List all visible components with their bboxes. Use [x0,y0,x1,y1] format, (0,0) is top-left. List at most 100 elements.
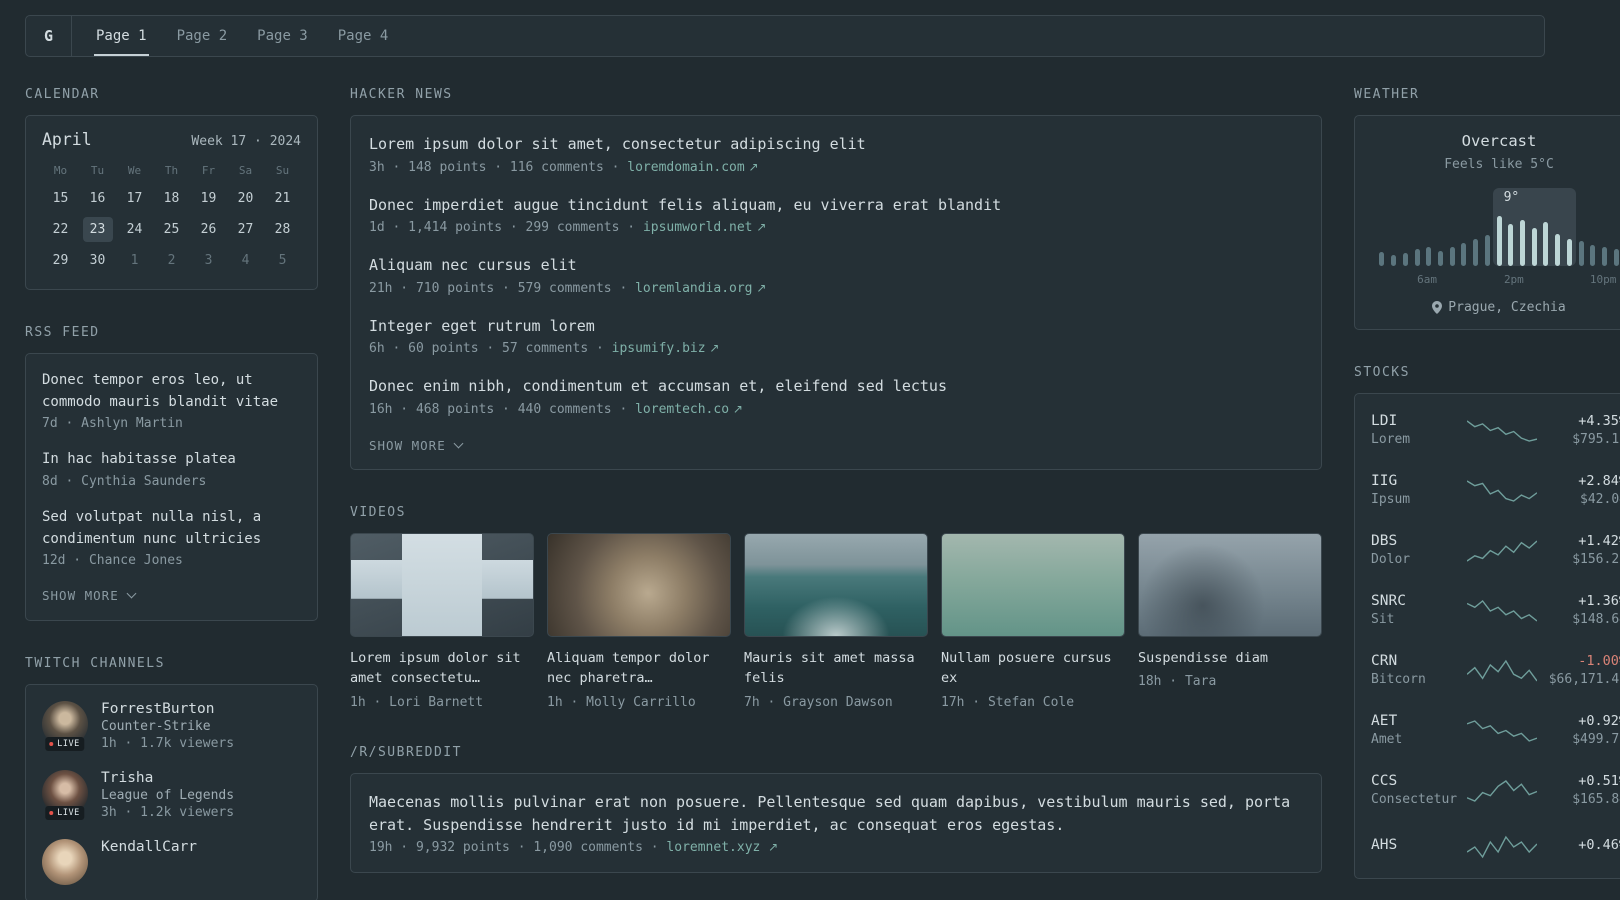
video-card[interactable]: Mauris sit amet massa felis 7h · Grayson … [744,532,928,710]
video-thumbnail[interactable] [547,532,731,637]
rss-show-more-button[interactable]: SHOW MORE [42,588,137,603]
tab-page-2[interactable]: Page 2 [175,16,230,56]
calendar-day[interactable]: 22 [46,217,76,242]
hackernews-show-more-button[interactable]: SHOW MORE [369,438,464,453]
video-thumbnail[interactable] [744,532,928,637]
stock-identity: LDI Lorem [1371,413,1465,447]
calendar-day[interactable]: 25 [157,217,187,242]
video-title[interactable]: Aliquam tempor dolor nec pharetra… [547,648,731,690]
stock-sparkline [1465,717,1539,743]
stock-change: -1.00% [1578,653,1620,669]
news-meta-text: 3h · 148 points · 116 comments · [369,159,628,175]
stock-row[interactable]: SNRC Sit +1.36% $148.64 [1371,580,1620,640]
stock-row[interactable]: AHS +0.46% [1371,820,1620,872]
video-title[interactable]: Suspendisse diam [1138,648,1322,669]
external-link-icon: ↗ [752,220,767,234]
calendar-day[interactable]: 30 [83,248,113,273]
news-title[interactable]: Donec imperdiet augue tincidunt felis al… [369,194,1303,217]
video-title[interactable]: Mauris sit amet massa felis [744,648,928,690]
calendar-day[interactable]: 19 [194,186,224,211]
calendar-day[interactable]: 5 [268,248,298,273]
stock-symbol: DBS [1371,533,1398,549]
video-card[interactable]: Nullam posuere cursus ex 17h · Stefan Col… [941,532,1125,711]
post-title[interactable]: Maecenas mollis pulvinar erat non posuer… [369,791,1303,836]
news-source-link[interactable]: loremlandia.org [635,281,752,296]
calendar-day[interactable]: 20 [231,186,261,211]
stock-values: +0.46% [1539,837,1620,856]
stock-row[interactable]: LDI Lorem +4.35% $795.18 [1371,400,1620,460]
channel-name[interactable]: ForrestBurton [101,701,234,717]
video-thumbnail[interactable] [1138,532,1322,637]
stock-name: Bitcorn [1371,672,1426,687]
rss-item-title[interactable]: Donec tempor eros leo, ut commodo mauris… [42,370,301,413]
post-meta-text: 19h · 9,932 points · 1,090 comments · [369,840,667,856]
stock-values: +1.36% $148.64 [1539,593,1620,627]
stock-row[interactable]: CCS Consectetur +0.51% $165.84 [1371,760,1620,820]
calendar-day[interactable]: 4 [231,248,261,273]
twitch-channel[interactable]: KendallCarr [42,839,301,886]
video-card[interactable]: Suspendisse diam 18h · Tara [1138,532,1322,711]
video-title[interactable]: Lorem ipsum dolor sit amet consectetu… [350,648,534,690]
news-title[interactable]: Aliquam nec cursus elit [369,254,1303,277]
twitch-channel[interactable]: LIVE ForrestBurton Counter-Strike 1h · 1.7k… [42,701,301,752]
stock-sparkline [1465,833,1539,859]
video-thumbnail[interactable] [941,532,1125,637]
calendar-day[interactable]: 26 [194,217,224,242]
post-source-link[interactable]: loremnet.xyz [666,840,760,855]
live-badge: LIVE [45,737,85,752]
weather-bar-column [1610,249,1620,266]
app-logo[interactable]: G [26,16,72,56]
stock-row[interactable]: CRN Bitcorn -1.00% $66,171.48 [1371,640,1620,700]
news-title[interactable]: Lorem ipsum dolor sit amet, consectetur … [369,133,1303,156]
news-source-link[interactable]: loremdomain.com [627,160,744,175]
channel-name[interactable]: KendallCarr [101,839,197,855]
calendar-day[interactable]: 28 [268,217,298,242]
video-meta: 17h · Stefan Cole [941,695,1075,711]
stock-name: Amet [1371,732,1403,747]
calendar-day[interactable]: 1 [120,248,150,273]
news-title[interactable]: Integer eget rutrum lorem [369,315,1303,338]
calendar-day[interactable]: 17 [120,186,150,211]
news-source-link[interactable]: ipsumworld.net [643,220,753,235]
video-card[interactable]: Lorem ipsum dolor sit amet consectetu… 1h… [350,532,534,710]
tab-page-4[interactable]: Page 4 [336,16,391,56]
rss-list: Donec tempor eros leo, ut commodo mauris… [42,370,301,568]
calendar-day-selected[interactable]: 23 [82,217,113,242]
news-item: Donec imperdiet augue tincidunt felis al… [369,194,1303,236]
news-meta: 1d · 1,414 points · 299 comments · ipsum… [369,220,1303,235]
channel-game: Counter-Strike [101,719,211,735]
weather-bar-column [1587,245,1599,266]
calendar-day[interactable]: 16 [83,186,113,211]
news-source-link[interactable]: ipsumify.biz [612,341,706,356]
news-meta-text: 1d · 1,414 points · 299 comments · [369,220,643,235]
calendar-day[interactable]: 2 [157,248,187,273]
video-title[interactable]: Nullam posuere cursus ex [941,648,1125,690]
channel-name[interactable]: Trisha [101,770,234,786]
external-link-icon: ↗ [768,840,779,855]
rss-item-title[interactable]: Sed volutpat nulla nisl, a condimentum n… [42,507,301,550]
videos-section-title: VIDEOS [350,504,406,520]
stock-change: +2.84% [1578,473,1620,489]
calendar-day[interactable]: 15 [46,186,76,211]
calendar-day[interactable]: 27 [231,217,261,242]
tab-page-1[interactable]: Page 1 [94,16,149,56]
stock-row[interactable]: AET Amet +0.92% $499.72 [1371,700,1620,760]
stock-name: Dolor [1371,552,1411,567]
twitch-channel[interactable]: LIVE Trisha League of Legends 3h · 1.2k vie… [42,770,301,821]
stock-sparkline [1465,597,1539,623]
video-thumbnail[interactable] [350,532,534,637]
calendar-day[interactable]: 21 [268,186,298,211]
calendar-day[interactable]: 3 [194,248,224,273]
video-card[interactable]: Aliquam tempor dolor nec pharetra… 1h · M… [547,532,731,710]
tab-page-3[interactable]: Page 3 [255,16,310,56]
rss-item-title[interactable]: In hac habitasse platea [42,449,301,471]
calendar-day[interactable]: 24 [120,217,150,242]
calendar-day[interactable]: 18 [157,186,187,211]
news-title[interactable]: Donec enim nibh, condimentum et accumsan… [369,375,1303,398]
calendar-day[interactable]: 29 [46,248,76,273]
rss-section-title: RSS FEED [25,325,100,340]
stock-row[interactable]: IIG Ipsum +2.84% $42.04 [1371,460,1620,520]
news-source-link[interactable]: loremtech.co [635,402,729,417]
stock-price: $42.04 [1580,492,1620,507]
stock-row[interactable]: DBS Dolor +1.42% $156.28 [1371,520,1620,580]
